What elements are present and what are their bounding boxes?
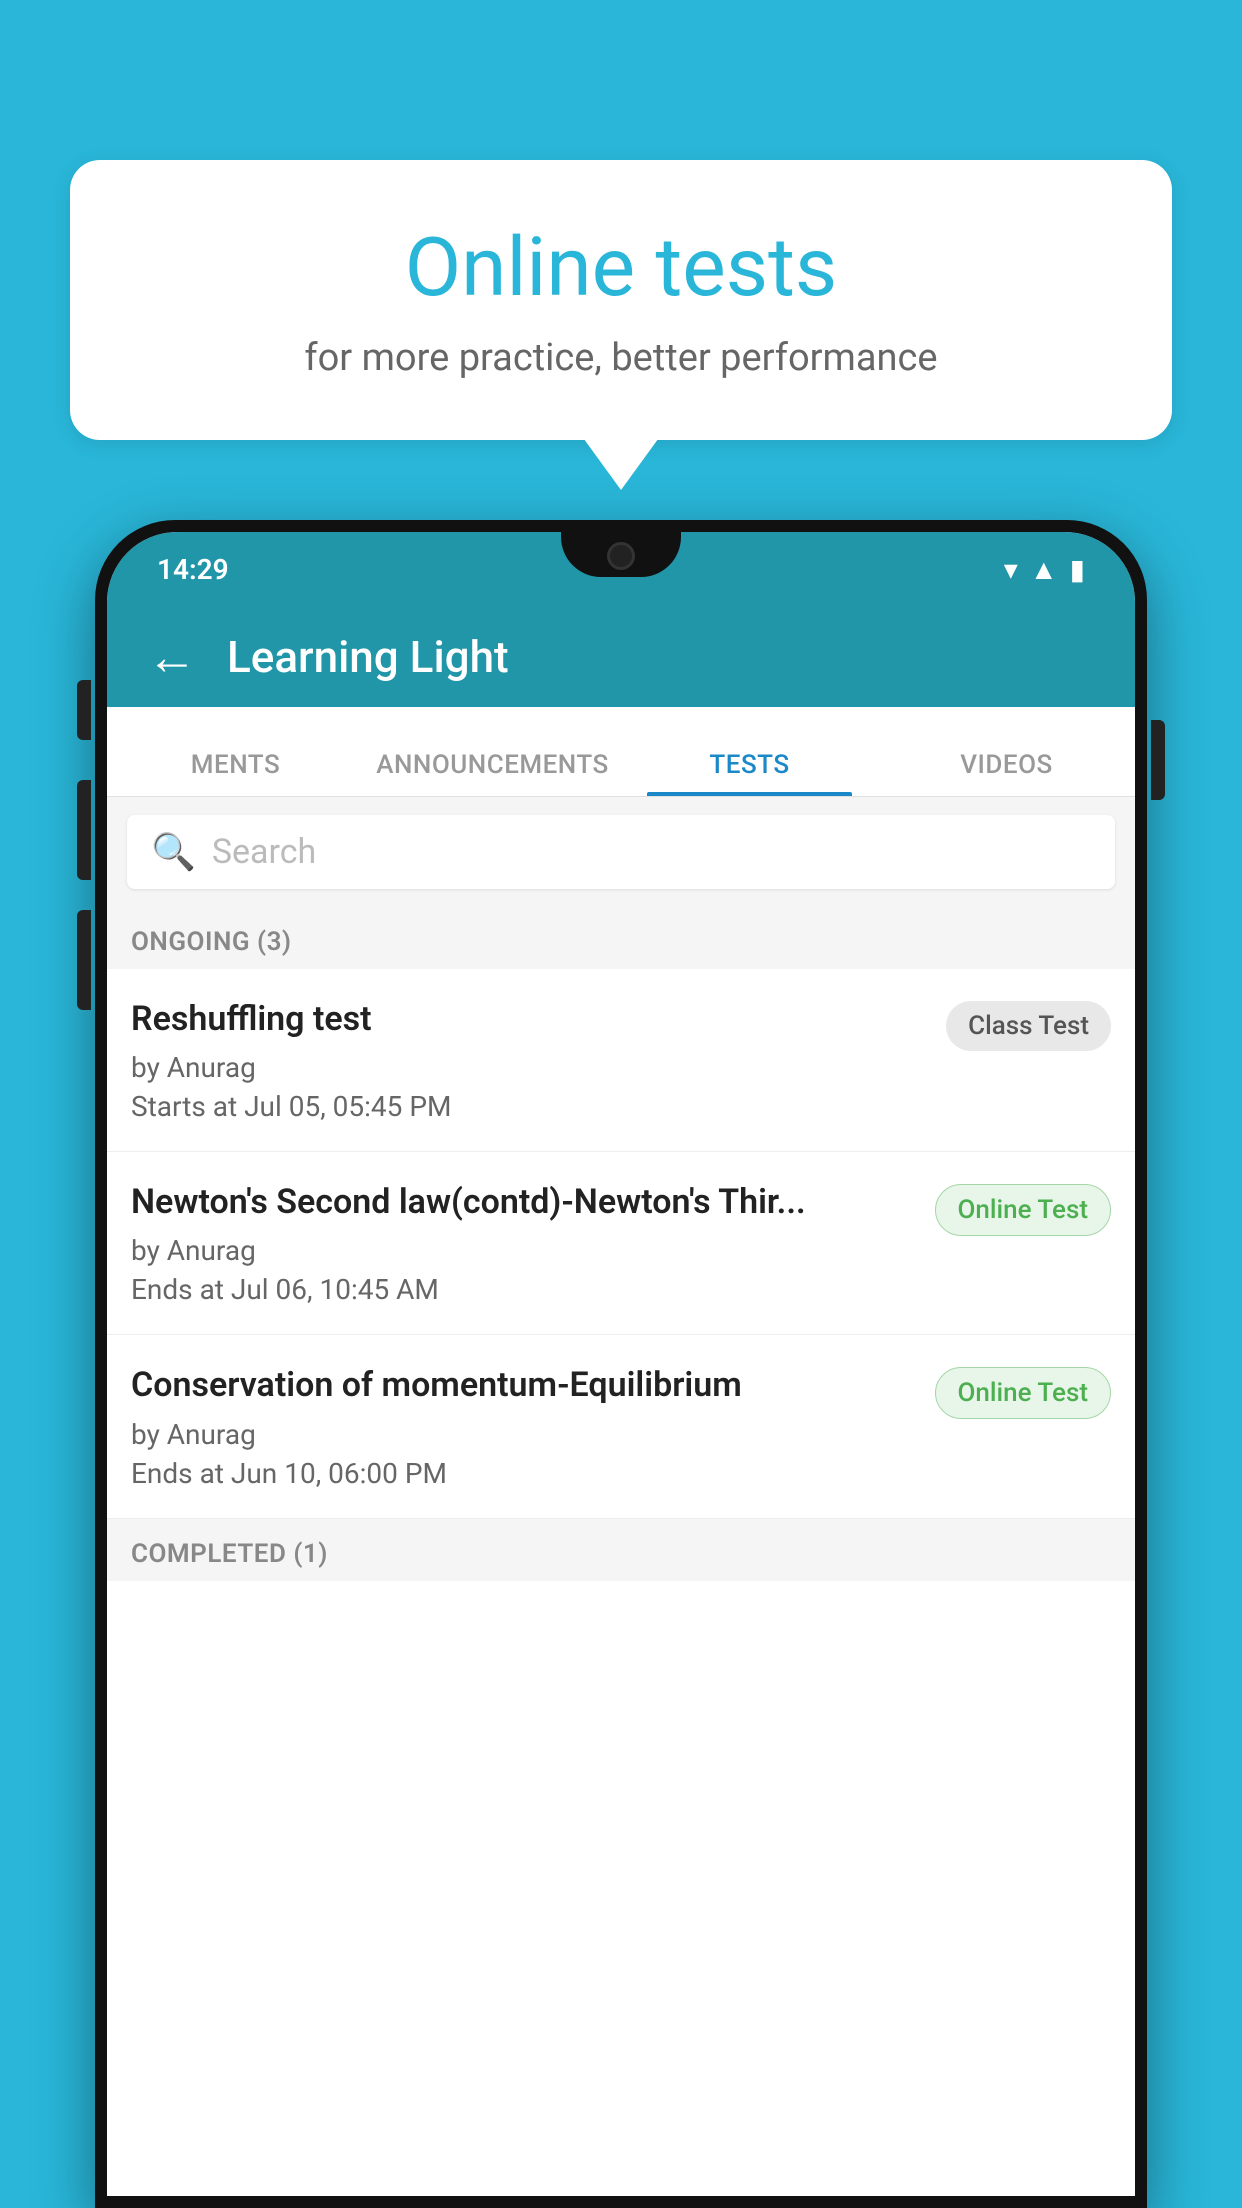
status-time: 14:29 bbox=[157, 553, 229, 586]
test-badge: Class Test bbox=[946, 1001, 1111, 1051]
search-box[interactable]: 🔍 Search bbox=[127, 815, 1115, 889]
test-time: Ends at Jun 10, 06:00 PM bbox=[131, 1457, 915, 1490]
wifi-icon: ▾ bbox=[1004, 553, 1018, 586]
test-title: Newton's Second law(contd)-Newton's Thir… bbox=[131, 1180, 915, 1224]
app-header: ← Learning Light bbox=[107, 607, 1135, 707]
test-badge: Online Test bbox=[935, 1367, 1112, 1419]
tab-announcements[interactable]: ANNOUNCEMENTS bbox=[364, 750, 621, 796]
list-item[interactable]: Reshuffling test by Anurag Starts at Jul… bbox=[107, 969, 1135, 1152]
test-item-content: Conservation of momentum-Equilibrium by … bbox=[131, 1363, 915, 1489]
ongoing-section-header: ONGOING (3) bbox=[107, 907, 1135, 969]
speech-bubble-title: Online tests bbox=[120, 220, 1122, 316]
test-title: Reshuffling test bbox=[131, 997, 926, 1041]
completed-label: COMPLETED (1) bbox=[131, 1539, 328, 1569]
test-item-content: Newton's Second law(contd)-Newton's Thir… bbox=[131, 1180, 915, 1306]
test-item-content: Reshuffling test by Anurag Starts at Jul… bbox=[131, 997, 926, 1123]
status-bar: 14:29 ▾ ▲ ▮ bbox=[107, 532, 1135, 607]
search-container: 🔍 Search bbox=[107, 797, 1135, 907]
phone-frame: 14:29 ▾ ▲ ▮ ← Learning Light MENTS ANNOU… bbox=[95, 520, 1147, 2208]
test-list: Reshuffling test by Anurag Starts at Jul… bbox=[107, 969, 1135, 1519]
test-badge: Online Test bbox=[935, 1184, 1112, 1236]
signal-icon: ▲ bbox=[1030, 553, 1058, 586]
list-item[interactable]: Conservation of momentum-Equilibrium by … bbox=[107, 1335, 1135, 1518]
status-icons: ▾ ▲ ▮ bbox=[1004, 553, 1085, 586]
power-button bbox=[1151, 720, 1165, 800]
test-time: Ends at Jul 06, 10:45 AM bbox=[131, 1273, 915, 1306]
test-author: by Anurag bbox=[131, 1418, 915, 1451]
test-time: Starts at Jul 05, 05:45 PM bbox=[131, 1090, 926, 1123]
front-camera bbox=[607, 542, 635, 570]
ongoing-label: ONGOING (3) bbox=[131, 927, 292, 957]
tab-videos[interactable]: VIDEOS bbox=[878, 750, 1135, 796]
speech-bubble-subtitle: for more practice, better performance bbox=[120, 336, 1122, 380]
volume-up-button bbox=[77, 680, 91, 740]
tab-tests[interactable]: TESTS bbox=[621, 750, 878, 796]
search-placeholder: Search bbox=[212, 832, 316, 872]
completed-section-header: COMPLETED (1) bbox=[107, 1519, 1135, 1581]
back-button[interactable]: ← bbox=[147, 628, 197, 687]
speech-bubble: Online tests for more practice, better p… bbox=[70, 160, 1172, 440]
phone-screen: 14:29 ▾ ▲ ▮ ← Learning Light MENTS ANNOU… bbox=[107, 532, 1135, 2196]
tabs-bar: MENTS ANNOUNCEMENTS TESTS VIDEOS bbox=[107, 707, 1135, 797]
volume-down-button bbox=[77, 780, 91, 880]
test-title: Conservation of momentum-Equilibrium bbox=[131, 1363, 915, 1407]
search-icon: 🔍 bbox=[151, 831, 196, 873]
test-author: by Anurag bbox=[131, 1234, 915, 1267]
list-item[interactable]: Newton's Second law(contd)-Newton's Thir… bbox=[107, 1152, 1135, 1335]
test-author: by Anurag bbox=[131, 1051, 926, 1084]
app-title: Learning Light bbox=[227, 631, 509, 683]
silent-button bbox=[77, 910, 91, 1010]
tab-ments[interactable]: MENTS bbox=[107, 750, 364, 796]
battery-icon: ▮ bbox=[1070, 553, 1085, 586]
notch bbox=[561, 532, 681, 577]
